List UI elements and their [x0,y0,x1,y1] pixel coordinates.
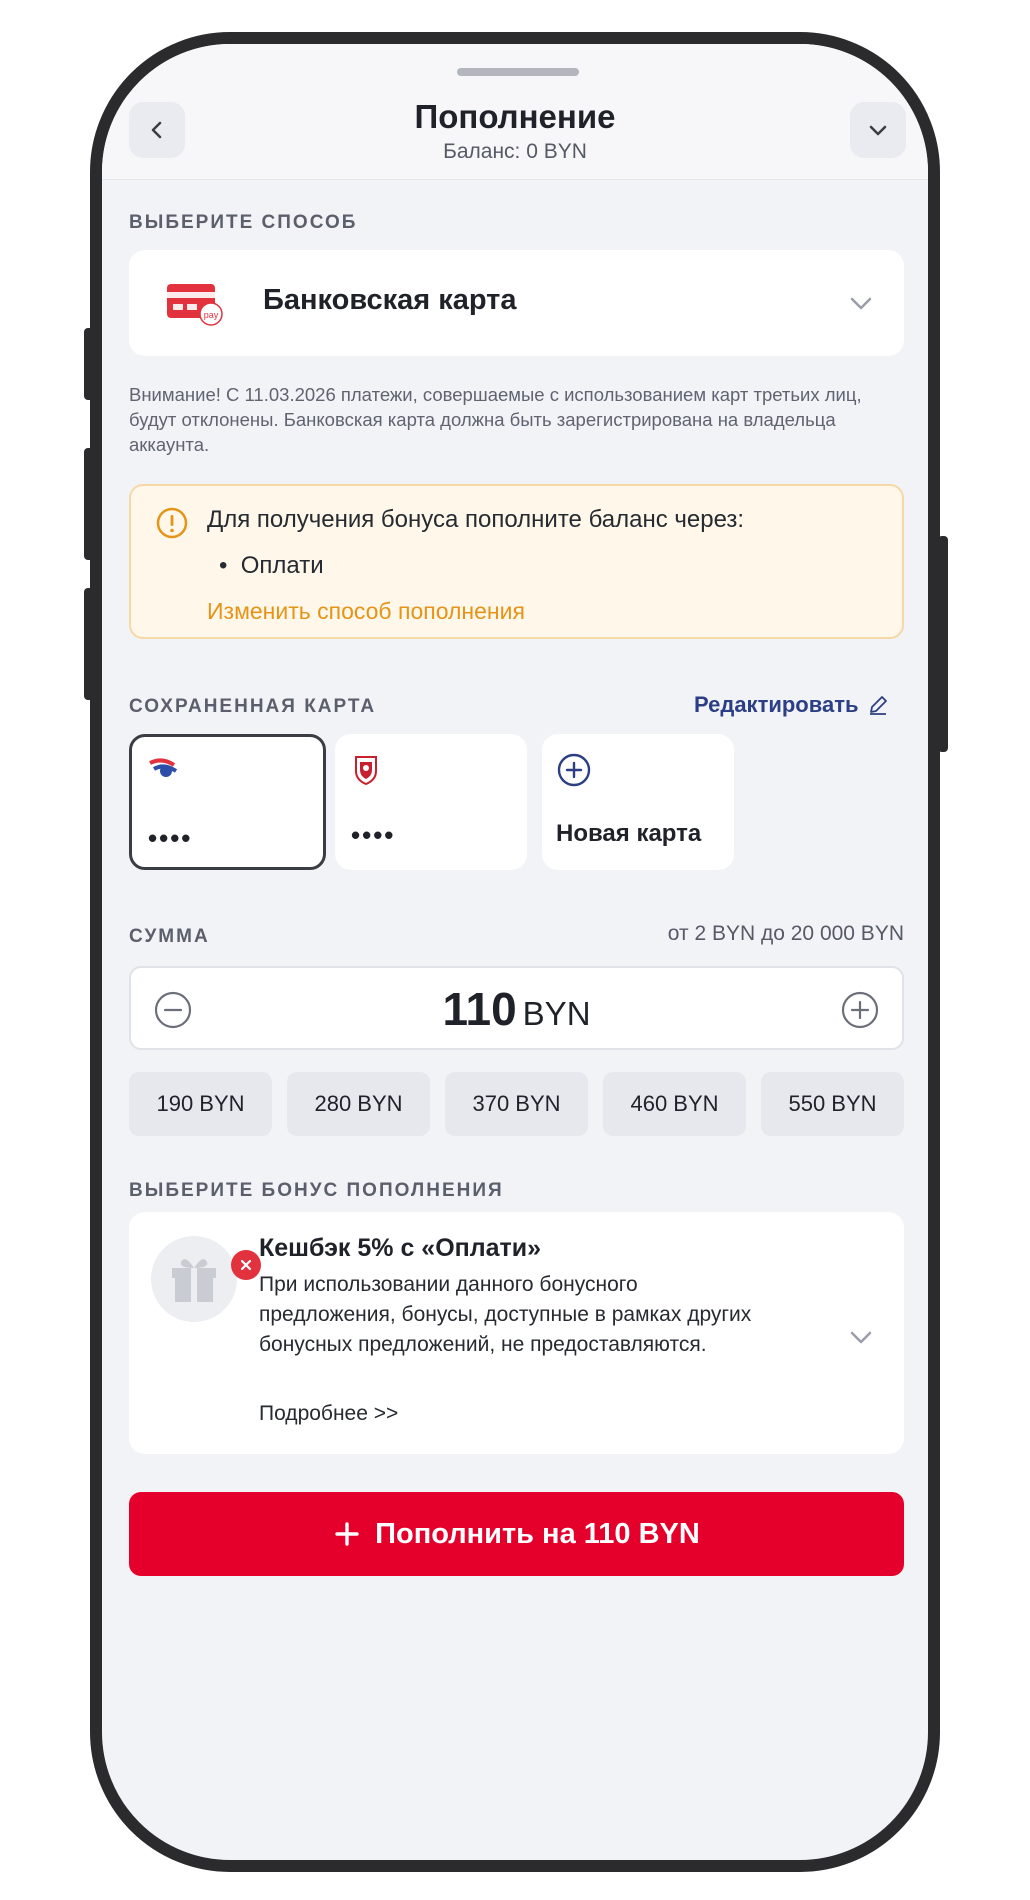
bonus-notice: Для получения бонуса пополните баланс че… [129,484,904,639]
plus-circle-icon [557,753,591,787]
new-card-button[interactable]: Новая карта [542,734,734,870]
saved-card-2[interactable]: •••• [335,734,527,870]
bonus-description: При использовании данного бонусного пред… [259,1273,752,1356]
submit-deposit-button[interactable]: Пополнить на 110 BYN [129,1492,904,1576]
amount-range: от 2 BYN до 20 000 BYN [667,922,904,945]
close-icon [240,1259,252,1271]
amount-currency: BYN [522,995,591,1032]
third-party-card-warning: Внимание! С 11.03.2026 платежи, совершае… [129,384,862,455]
amount-value: 110 [442,983,517,1035]
sheet-grabber[interactable] [457,68,579,76]
payment-method-select[interactable]: pay Банковская карта [129,250,904,356]
amount-input[interactable]: 110 BYN [131,982,902,1036]
deposit-screen: Пополнение Баланс: 0 BYN ВЫБЕРИТЕ СПОСОБ… [102,44,928,1860]
bonus-title: Кешбэк 5% с «Оплати» [259,1234,542,1262]
new-card-label: Новая карта [556,820,702,847]
amount-preset-chip[interactable]: 370 BYN [445,1072,588,1136]
saved-card-1[interactable]: •••• [129,734,326,870]
remove-bonus-button[interactable] [231,1250,261,1280]
svg-text:pay: pay [204,310,219,320]
edit-cards-label: Редактировать [694,692,859,717]
bonus-more-link[interactable]: Подробнее >> [259,1402,398,1426]
amount-section-label: СУММА [129,926,210,947]
info-warning-icon [156,507,188,539]
chevron-down-icon [850,1331,872,1344]
chevron-down-icon [869,125,887,136]
method-section-label: ВЫБЕРИТЕ СПОСОБ [129,212,358,233]
bonus-select[interactable]: Кешбэк 5% с «Оплати» При использовании д… [129,1212,904,1454]
notice-title: Для получения бонуса пополните баланс че… [207,506,745,533]
plus-circle-icon[interactable] [840,990,880,1030]
amount-stepper: 110 BYN [129,966,904,1050]
phone-frame: Пополнение Баланс: 0 BYN ВЫБЕРИТЕ СПОСОБ… [90,32,940,1872]
bonus-section-label: ВЫБЕРИТЕ БОНУС ПОПОЛНЕНИЯ [129,1180,504,1201]
gift-icon [172,1259,216,1302]
bonus-icon-badge [151,1236,261,1322]
page-title: Пополнение [414,98,616,135]
notice-bullet-label: Оплати [240,552,324,579]
masked-card-number: •••• [351,820,396,850]
payment-method-label: Банковская карта [263,284,517,316]
plus-icon [335,1522,359,1546]
saved-card-section-label: СОХРАНЕННАЯ КАРТА [129,696,377,717]
masked-card-number: •••• [148,823,193,853]
pencil-icon [869,696,887,715]
header: Пополнение Баланс: 0 BYN [102,44,928,180]
notice-bullet-item: • Оплати [219,552,324,579]
change-method-link[interactable]: Изменить способ пополнения [207,598,525,625]
amount-preset-chip[interactable]: 460 BYN [603,1072,746,1136]
chevron-down-icon [850,297,872,310]
edit-cards-link[interactable]: Редактировать [694,692,889,718]
collapse-button[interactable] [850,102,906,158]
bank-logo-bird-icon [149,758,178,777]
amount-preset-chip[interactable]: 550 BYN [761,1072,904,1136]
bank-logo-shield-icon [355,756,377,786]
balance-subtitle: Баланс: 0 BYN [443,140,587,163]
amount-preset-chip[interactable]: 190 BYN [129,1072,272,1136]
bank-card-icon: pay [167,284,223,326]
submit-label: Пополнить на 110 BYN [375,1517,700,1550]
amount-preset-chip[interactable]: 280 BYN [287,1072,430,1136]
